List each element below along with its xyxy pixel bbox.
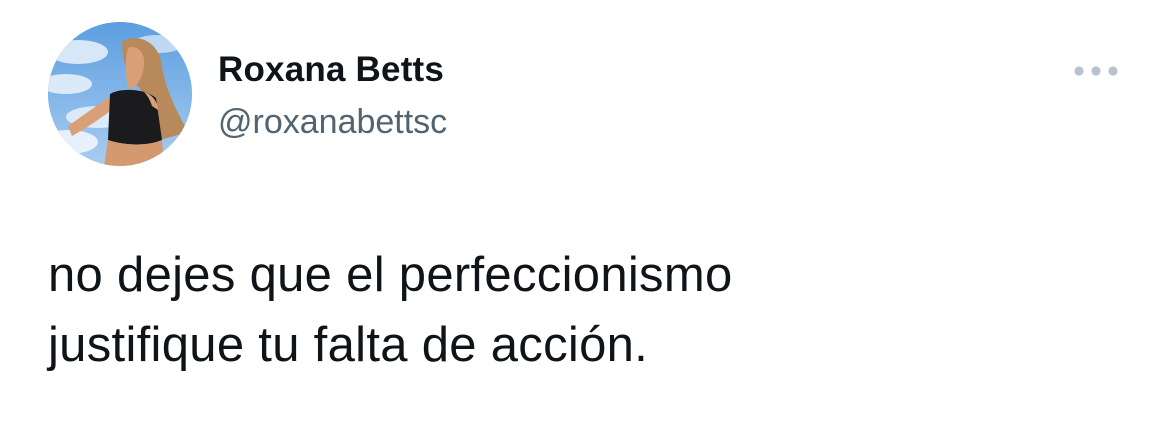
tweet-text-line: justifique tu falta de acción.: [48, 318, 649, 372]
tweet-text: no dejes que el perfeccionismo justifiqu…: [48, 240, 1108, 380]
author-handle[interactable]: @roxanabettsc: [218, 102, 447, 142]
tweet-card: Roxana Betts @roxanabettsc no dejes que …: [0, 0, 1170, 426]
tweet-text-line: no dejes que el perfeccionismo: [48, 248, 733, 302]
profile-photo-icon: [48, 22, 192, 166]
author-avatar[interactable]: [48, 22, 192, 166]
author-display-name[interactable]: Roxana Betts: [218, 50, 444, 90]
more-options-icon: [1074, 66, 1118, 76]
more-options-button[interactable]: [1070, 56, 1122, 86]
